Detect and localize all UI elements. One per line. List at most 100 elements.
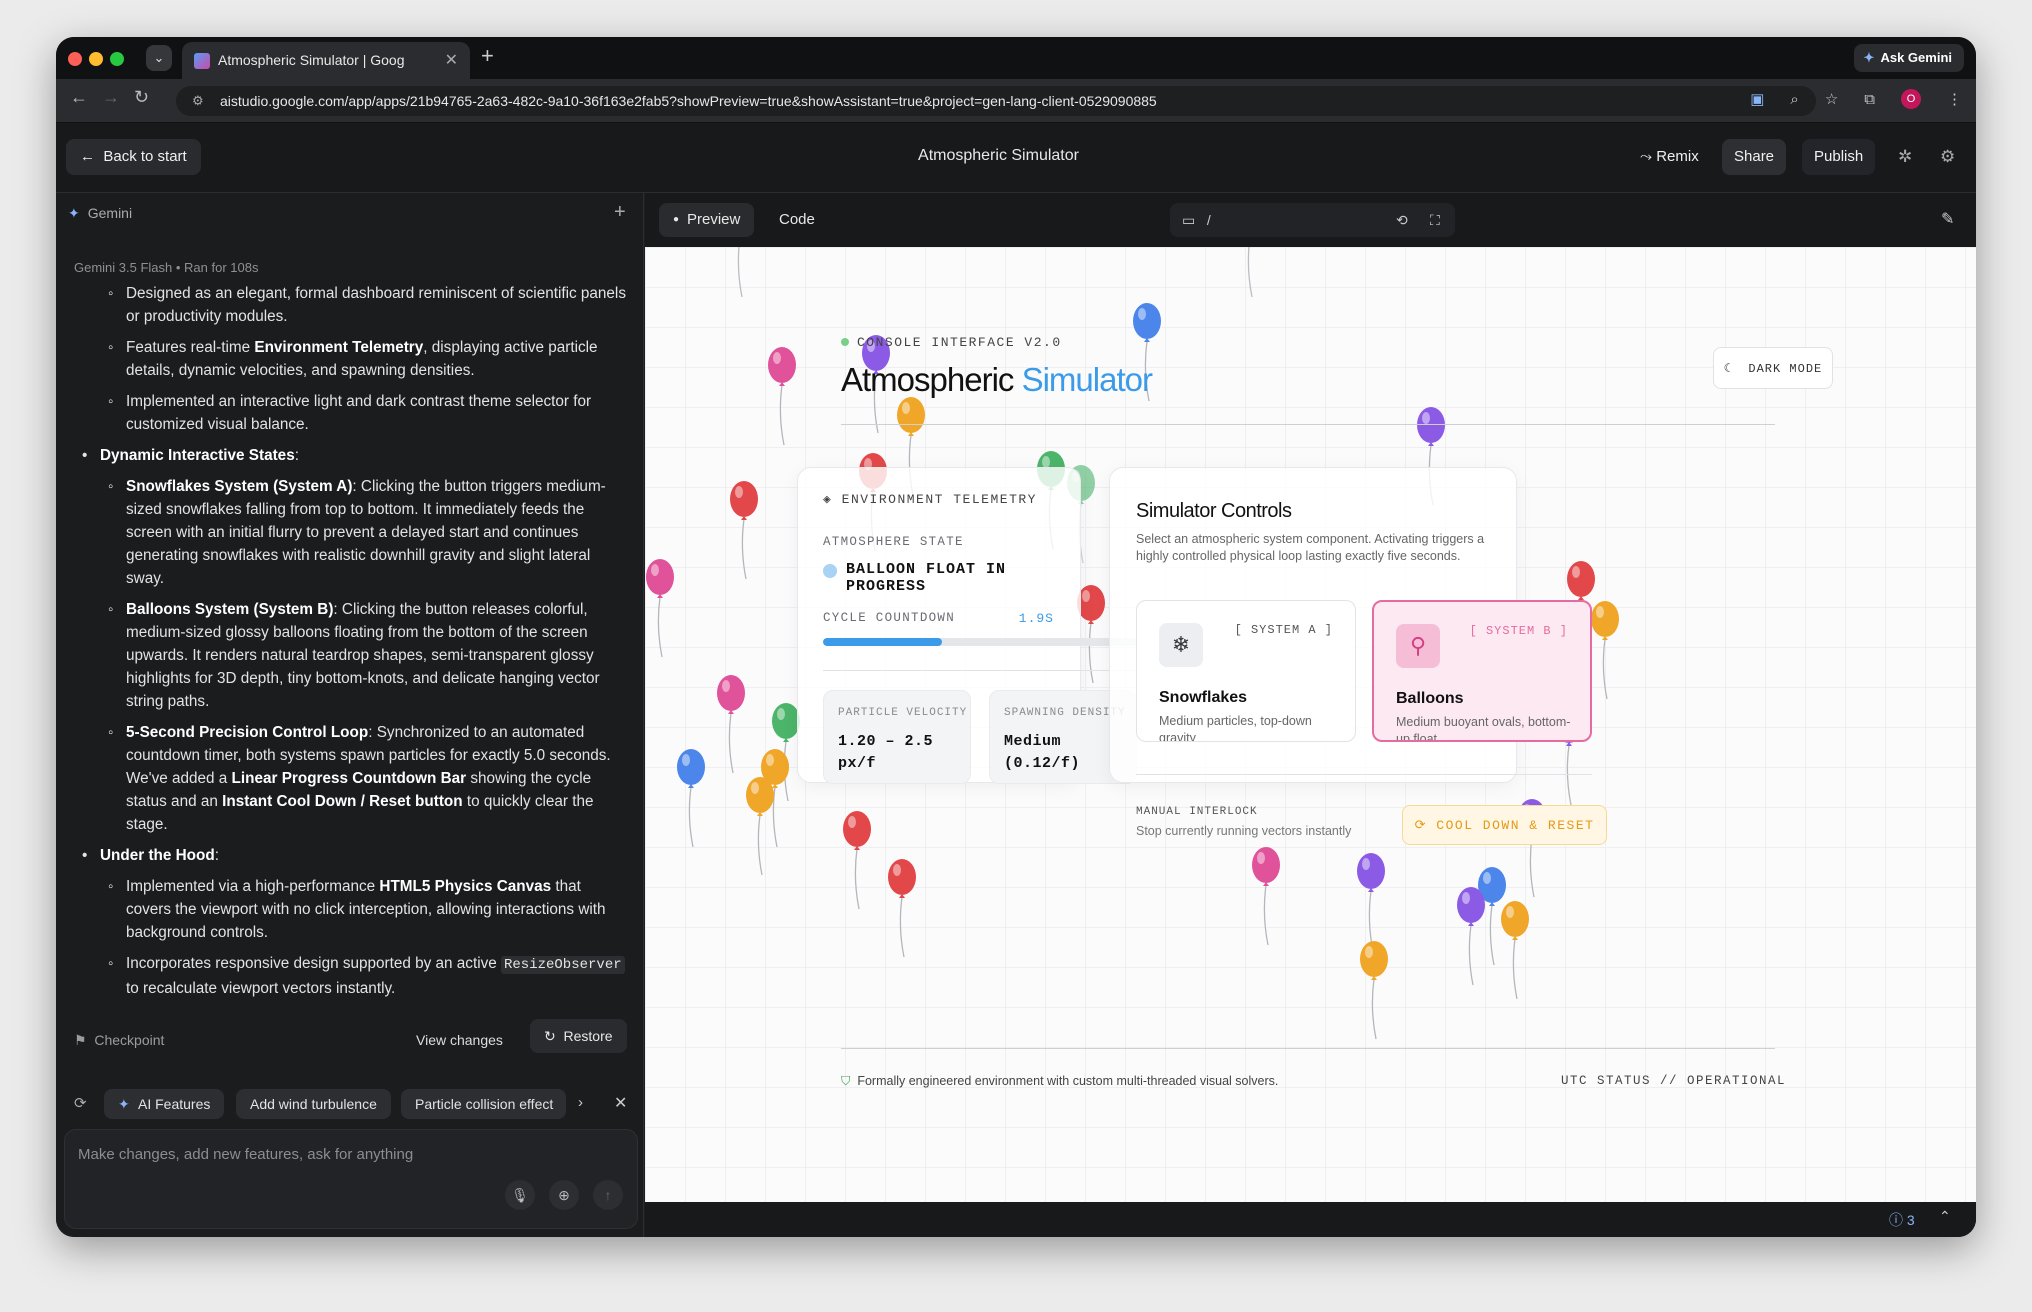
- countdown-label: CYCLE COUNTDOWN: [823, 611, 956, 625]
- back-arrow-icon[interactable]: ←: [70, 87, 88, 108]
- title-accent: Simulator: [1021, 361, 1153, 398]
- list-heading: Dynamic Interactive States:: [74, 444, 630, 467]
- balloon: [1077, 585, 1105, 684]
- chip-ai-features[interactable]: ✦ AI Features: [104, 1089, 225, 1119]
- dark-mode-toggle[interactable]: ☾ DARK MODE: [1713, 347, 1833, 389]
- refresh-suggestions-icon[interactable]: ⟳: [74, 1094, 87, 1112]
- close-window-button[interactable]: [68, 52, 82, 66]
- chevron-up-icon[interactable]: ⌃: [1939, 1208, 1951, 1225]
- site-info-icon[interactable]: ⚙: [192, 86, 204, 116]
- chip-add-wind-turbulence[interactable]: Add wind turbulence: [236, 1089, 391, 1119]
- view-changes-link[interactable]: View changes: [416, 1032, 503, 1048]
- issues-count: 3: [1906, 1212, 1915, 1228]
- title-main: Atmospheric: [841, 361, 1022, 398]
- system-b-balloons-button[interactable]: ⚲ [ SYSTEM B ] Balloons Medium buoyant o…: [1372, 600, 1592, 742]
- cool-down-label: COOL DOWN & RESET: [1436, 818, 1595, 833]
- bug-icon[interactable]: ✲: [1898, 147, 1912, 167]
- profile-avatar[interactable]: O: [1901, 89, 1921, 109]
- controls-title: Simulator Controls: [1136, 500, 1292, 522]
- url-text: aistudio.google.com/app/apps/21b94765-2a…: [220, 93, 1157, 109]
- bullet-text: to recalculate viewport vectors instantl…: [126, 980, 396, 997]
- minimize-window-button[interactable]: [89, 52, 103, 66]
- zoom-icon[interactable]: ⌕: [1790, 91, 1798, 108]
- bullet-text: Incorporates responsive design supported…: [126, 955, 501, 972]
- add-attachment-icon[interactable]: ⊕: [549, 1180, 579, 1210]
- bullet-bold: HTML5 Physics Canvas: [379, 878, 552, 895]
- restore-button[interactable]: ↻ Restore: [530, 1019, 627, 1053]
- balloon: [1457, 887, 1485, 986]
- density-value: Medium (0.12/f): [1004, 733, 1081, 772]
- chevron-right-icon[interactable]: ›: [578, 1094, 583, 1111]
- gemini-spark-icon: ✦: [1863, 50, 1875, 65]
- gemini-spark-icon: ✦: [68, 205, 80, 221]
- divider: [823, 670, 1137, 671]
- url-field[interactable]: ⚙ aistudio.google.com/app/apps/21b94765-…: [176, 86, 1816, 116]
- remix-button[interactable]: ⤳ Remix: [1628, 139, 1711, 175]
- system-a-snowflakes-button[interactable]: ❄ [ SYSTEM A ] Snowflakes Medium particl…: [1136, 600, 1356, 742]
- ask-gemini-button[interactable]: ✦ Ask Gemini: [1854, 44, 1964, 72]
- bookmark-star-icon[interactable]: ☆: [1825, 90, 1838, 108]
- bullet-text: Designed as an elegant, formal dashboard…: [126, 285, 626, 325]
- telemetry-card: ◈ ENVIRONMENT TELEMETRY ATMOSPHERE STATE…: [797, 467, 1137, 784]
- list-item: Features real-time Environment Telemetry…: [74, 336, 630, 382]
- list-item: Designed as an elegant, formal dashboard…: [74, 282, 630, 328]
- edit-annotate-icon[interactable]: ✎: [1941, 209, 1954, 229]
- browser-window: ⌄ Atmospheric Simulator | Goog ✕ + ✦ Ask …: [56, 37, 1976, 1237]
- share-button[interactable]: Share: [1722, 139, 1787, 175]
- shield-check-icon: ⛉: [841, 1074, 851, 1088]
- remix-icon: ⤳: [1640, 148, 1653, 165]
- app-header: ← Back to start Atmospheric Simulator ⤳ …: [56, 123, 1976, 193]
- close-chips-icon[interactable]: ✕: [614, 1093, 627, 1113]
- microphone-icon[interactable]: 🎙: [505, 1180, 535, 1210]
- interlock-description: Stop currently running vectors instantly: [1136, 824, 1352, 838]
- tab-search-chevron-icon[interactable]: ⌄: [146, 45, 172, 71]
- prompt-input[interactable]: Make changes, add new features, ask for …: [64, 1129, 638, 1229]
- issues-indicator[interactable]: ⓘ 3: [1889, 1210, 1915, 1230]
- cool-down-reset-button[interactable]: ⟳ COOL DOWN & RESET: [1402, 805, 1607, 845]
- cast-icon[interactable]: ▣: [1750, 90, 1764, 108]
- system-a-description: Medium particles, top-down gravity: [1159, 714, 1312, 742]
- moon-icon: ☾: [1723, 362, 1732, 376]
- tab-preview[interactable]: ● Preview: [659, 203, 755, 237]
- zoom-window-button[interactable]: [110, 52, 124, 66]
- fullscreen-icon[interactable]: ⛶: [1430, 203, 1440, 237]
- new-tab-icon[interactable]: +: [481, 43, 494, 69]
- route-input[interactable]: /: [1207, 212, 1211, 228]
- bullet-bold: Balloons System (System B): [126, 601, 334, 618]
- chip-particle-collision[interactable]: Particle collision effect: [401, 1089, 566, 1119]
- close-tab-icon[interactable]: ✕: [445, 42, 458, 79]
- browser-tab-active[interactable]: Atmospheric Simulator | Goog ✕: [182, 42, 470, 79]
- extensions-icon[interactable]: ⧉: [1864, 91, 1875, 108]
- system-b-description: Medium buoyant ovals, bottom-up float: [1396, 715, 1571, 742]
- inline-code: ResizeObserver: [501, 956, 625, 974]
- browser-menu-icon[interactable]: ⋮: [1947, 90, 1962, 108]
- publish-button[interactable]: Publish: [1802, 139, 1876, 175]
- forward-arrow-icon[interactable]: →: [102, 87, 120, 108]
- assistant-name: Gemini: [87, 205, 133, 221]
- checkpoint-text: Checkpoint: [94, 1032, 165, 1048]
- section-heading: Under the Hood: [100, 847, 215, 864]
- balloon: [717, 675, 745, 774]
- refresh-preview-icon[interactable]: ⟲: [1396, 203, 1408, 237]
- route-bar: ▭ / ⟲ ⛶: [1170, 203, 1455, 237]
- system-b-name: Balloons: [1396, 690, 1464, 707]
- balloon: [1357, 853, 1385, 952]
- snowflake-icon: ❄: [1159, 623, 1203, 667]
- telemetry-title: ◈ ENVIRONMENT TELEMETRY: [823, 492, 1037, 507]
- checkpoint-label: ⚑ Checkpoint: [74, 1032, 164, 1049]
- new-chat-plus-icon[interactable]: +: [614, 201, 626, 224]
- telemetry-title-text: ENVIRONMENT TELEMETRY: [841, 492, 1037, 507]
- flag-icon: ⚑: [74, 1032, 87, 1048]
- state-indicator: [823, 564, 837, 578]
- device-icon[interactable]: ▭: [1182, 212, 1195, 228]
- system-a-tag: [ SYSTEM A ]: [1234, 623, 1333, 637]
- settings-gear-icon[interactable]: ⚙: [1940, 147, 1955, 167]
- reload-icon[interactable]: ↻: [134, 87, 149, 108]
- layers-icon: ◈: [823, 492, 833, 507]
- send-arrow-icon[interactable]: ↑: [593, 1180, 623, 1210]
- bullet-bold: Instant Cool Down / Reset button: [222, 793, 463, 810]
- tab-code[interactable]: Code: [765, 203, 829, 237]
- bullet-text: Implemented via a high-performance: [126, 878, 380, 895]
- preview-label: Preview: [687, 211, 741, 228]
- preview-statusbar: ⓘ 3 ⌃: [645, 1202, 1976, 1237]
